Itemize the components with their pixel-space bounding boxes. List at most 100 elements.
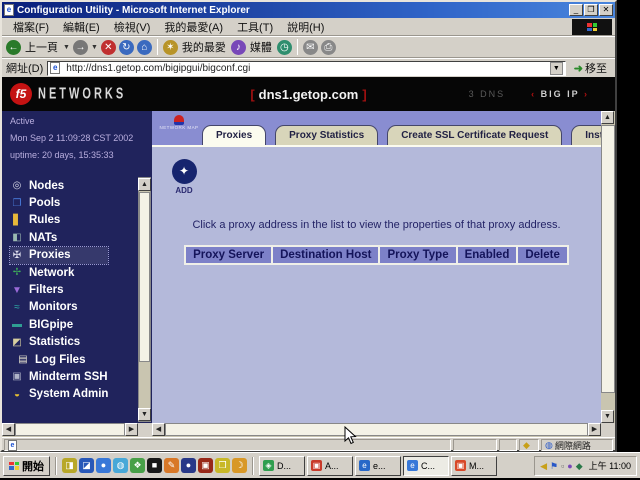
go-button[interactable]: ➜ 移至 [570, 60, 611, 76]
menu-file[interactable]: 檔案(F) [6, 19, 56, 35]
quick-launch-icon-6[interactable]: ■ [147, 458, 162, 473]
main-vertical-scrollbar[interactable]: ▲ ▼ [601, 111, 615, 423]
sidebar-item-mindterm-ssh[interactable]: ▣Mindterm SSH [10, 368, 108, 385]
scroll-up-icon[interactable]: ▲ [601, 111, 614, 124]
sidebar-item-monitors[interactable]: ≈Monitors [10, 299, 108, 316]
task-button-5[interactable]: ▣M... [451, 456, 497, 476]
add-proxy-control[interactable]: ✦ ADD [168, 159, 200, 195]
tray-icon-1[interactable]: ◀ [540, 461, 547, 471]
start-button[interactable]: 開始 [3, 456, 50, 476]
window-title: Configuration Utility - Microsoft Intern… [17, 5, 568, 16]
quick-launch-icon-4[interactable]: ◍ [113, 458, 128, 473]
menu-help[interactable]: 說明(H) [280, 19, 331, 35]
sidebar-vertical-scrollbar[interactable]: ▲ ▼ [138, 177, 151, 422]
tray-icon-5[interactable]: ◆ [576, 461, 583, 471]
network-map-widget[interactable]: NETWORK MAP [157, 115, 201, 141]
sidebar-item-pools[interactable]: ❐Pools [10, 194, 108, 211]
column-header-destination-host[interactable]: Destination Host [272, 245, 379, 265]
forward-dropdown-icon[interactable]: ▼ [91, 44, 98, 51]
sidebar-item-system-admin[interactable]: ◒System Admin [10, 386, 108, 403]
sidebar-item-nodes[interactable]: ◎Nodes [10, 177, 108, 194]
scroll-down-icon[interactable]: ▼ [601, 410, 614, 423]
sidebar-item-statistics[interactable]: ◩Statistics [10, 334, 108, 351]
task-button-label: e... [373, 461, 386, 471]
sidebar-item-label: Nodes [29, 180, 64, 192]
back-dropdown-icon[interactable]: ▼ [63, 44, 70, 51]
column-header-proxy-type[interactable]: Proxy Type [379, 245, 456, 265]
close-button[interactable]: ✕ [599, 4, 613, 16]
menu-edit[interactable]: 編輯(E) [56, 19, 107, 35]
column-header-proxy-server[interactable]: Proxy Server [184, 245, 272, 265]
quick-launch-icon-9[interactable]: ▣ [198, 458, 213, 473]
log-files-icon: ▤ [16, 354, 30, 365]
address-input[interactable]: e http://dns1.getop.com/bigipgui/bigconf… [47, 61, 566, 76]
sidebar-item-filters[interactable]: ▼Filters [10, 281, 108, 298]
sidebar-item-rules[interactable]: ▋Rules [10, 212, 108, 229]
forward-icon[interactable]: → [73, 40, 88, 55]
main-horizontal-scrollbar[interactable]: ◀ ▶ [152, 423, 601, 437]
print-icon[interactable]: ⎙ [321, 40, 336, 55]
history-icon[interactable]: ◷ [277, 40, 292, 55]
tab-proxy-statistics[interactable]: Proxy Statistics [275, 125, 378, 145]
scrollbar-thumb[interactable] [139, 192, 150, 362]
tray-icon-2[interactable]: ⚑ [550, 461, 558, 471]
sidebar-item-network[interactable]: ✢Network [10, 264, 108, 281]
stop-icon[interactable]: ✕ [101, 40, 116, 55]
tab-create-ssl-certificate-request[interactable]: Create SSL Certificate Request [387, 125, 562, 145]
scrollbar-thumb[interactable] [601, 125, 615, 393]
column-header-enabled[interactable]: Enabled [457, 245, 518, 265]
quick-launch-icon-11[interactable]: ☽ [232, 458, 247, 473]
minimize-button[interactable]: _ [569, 4, 583, 16]
quick-launch-icon-8[interactable]: ● [181, 458, 196, 473]
column-header-delete[interactable]: Delete [517, 245, 569, 265]
favorites-icon[interactable]: ✶ [163, 40, 178, 55]
tab-install-ssl-certificate[interactable]: Install SSL Certifi [571, 125, 601, 145]
scroll-left-icon[interactable]: ◀ [152, 423, 165, 436]
address-dropdown-icon[interactable]: ▼ [550, 62, 563, 75]
app-icon: ◈ [263, 460, 274, 471]
favorites-button-label[interactable]: 我的最愛 [182, 39, 226, 55]
quick-launch-icon-7[interactable]: ✎ [164, 458, 179, 473]
back-button-label[interactable]: 上一頁 [25, 39, 58, 55]
product-3dns[interactable]: 3 DNS [469, 89, 506, 99]
scrollbar-thumb[interactable] [15, 423, 125, 436]
menu-tools[interactable]: 工具(T) [230, 19, 280, 35]
task-button-configuration-utility[interactable]: eC... [403, 456, 449, 476]
media-button-label[interactable]: 媒體 [250, 39, 272, 55]
sidebar-item-log-files[interactable]: ▤Log Files [10, 351, 108, 368]
scroll-left-icon[interactable]: ◀ [2, 423, 15, 436]
sidebar-item-nats[interactable]: ◧NATs [10, 229, 108, 246]
media-icon[interactable]: ♪ [231, 40, 246, 55]
task-button-2[interactable]: ▣A... [307, 456, 353, 476]
quick-launch-icon-10[interactable]: ❒ [215, 458, 230, 473]
scroll-right-icon[interactable]: ▶ [588, 423, 601, 436]
quick-launch-icon-3[interactable]: ● [96, 458, 111, 473]
restore-button[interactable]: ❐ [584, 4, 598, 16]
product-bigip[interactable]: ‹ BIG IP › [531, 89, 589, 99]
scrollbar-thumb[interactable] [165, 423, 588, 436]
mail-icon[interactable]: ✉ [303, 40, 318, 55]
menu-favorites[interactable]: 我的最愛(A) [157, 19, 230, 35]
refresh-icon[interactable]: ↻ [119, 40, 134, 55]
url-text[interactable]: http://dns1.getop.com/bigipgui/bigconf.c… [66, 63, 547, 74]
scroll-down-icon[interactable]: ▼ [138, 408, 151, 421]
browser-window: e Configuration Utility - Microsoft Inte… [0, 0, 617, 452]
add-icon[interactable]: ✦ [172, 159, 197, 184]
tray-icon-4[interactable]: ● [567, 461, 572, 471]
sidebar-horizontal-scrollbar[interactable]: ◀ ▶ [2, 423, 138, 437]
scroll-right-icon[interactable]: ▶ [125, 423, 138, 436]
quick-launch-icon-2[interactable]: ◪ [79, 458, 94, 473]
task-button-1[interactable]: ◈D... [259, 456, 305, 476]
frameset: Active Mon Sep 2 11:09:28 CST 2002 uptim… [2, 111, 615, 437]
scroll-up-icon[interactable]: ▲ [138, 178, 151, 191]
home-icon[interactable]: ⌂ [137, 40, 152, 55]
quick-launch-icon-1[interactable]: ◨ [62, 458, 77, 473]
menu-view[interactable]: 檢視(V) [107, 19, 158, 35]
sidebar-item-proxies[interactable]: ✠Proxies [10, 247, 108, 264]
task-button-3[interactable]: ee... [355, 456, 401, 476]
sidebar-item-bigpipe[interactable]: ▬BIGpipe [10, 316, 108, 333]
back-icon[interactable]: ← [6, 40, 21, 55]
tray-icon-3[interactable]: ▫ [561, 461, 564, 471]
tab-proxies[interactable]: Proxies [202, 125, 266, 145]
quick-launch-icon-5[interactable]: ❖ [130, 458, 145, 473]
